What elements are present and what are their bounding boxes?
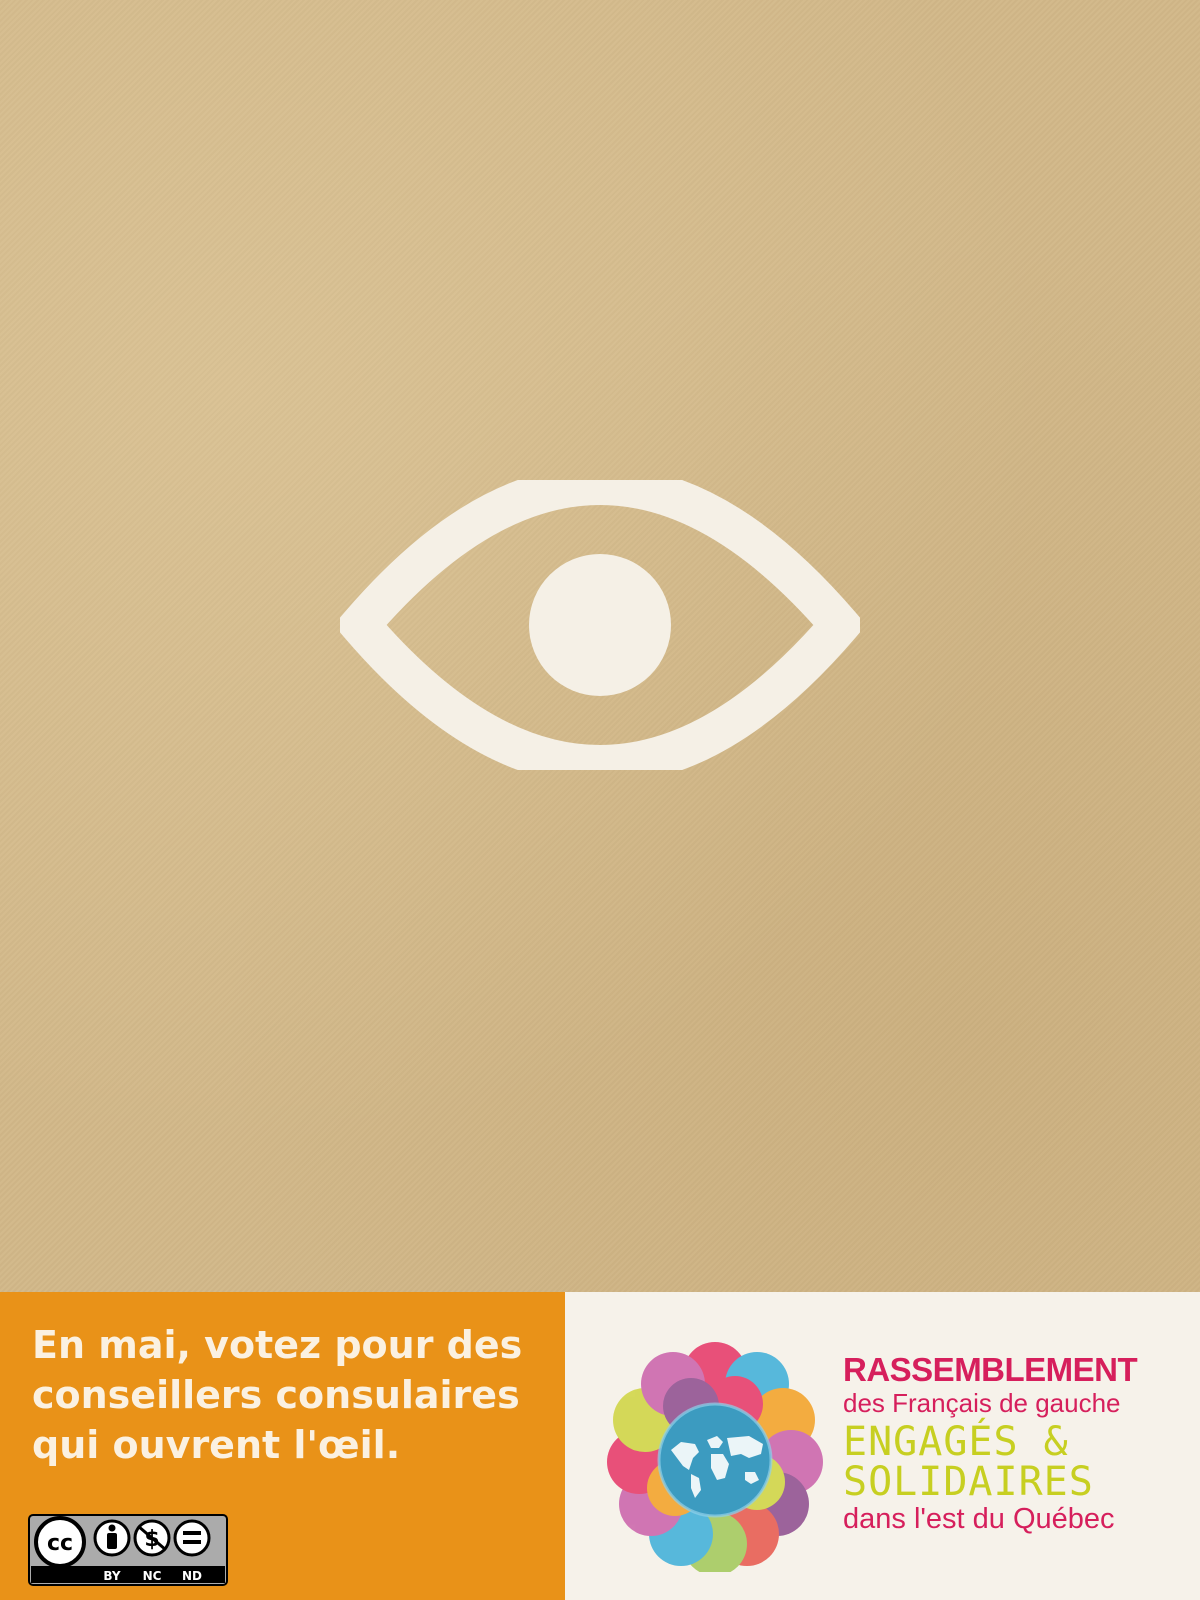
logo-panel: RASSEMBLEMENT des Français de gauche ENG… (565, 1292, 1200, 1600)
noderivatives-icon (173, 1519, 211, 1557)
slogan-line-2: conseillers consulaires (32, 1373, 520, 1417)
logo-line-solidaires: SOLIDAIRES (843, 1459, 1094, 1505)
license-label-nc: NC (143, 1569, 162, 1583)
slogan-line-3: qui ouvrent l'œil. (32, 1423, 401, 1467)
flower-globe-logo (607, 1342, 823, 1572)
poster-background (0, 0, 1200, 1292)
creative-commons-badge[interactable]: cc $ BY NC ND (28, 1514, 228, 1586)
cc-icon: cc (34, 1516, 86, 1568)
eye-icon (340, 480, 860, 770)
footer: En mai, votez pour des conseillers consu… (0, 1292, 1200, 1600)
attribution-icon (93, 1519, 131, 1557)
logo-line-rassemblement: RASSEMBLEMENT (843, 1351, 1138, 1388)
slogan: En mai, votez pour des conseillers consu… (32, 1320, 552, 1470)
noncommercial-icon: $ (133, 1519, 171, 1557)
logo-line-quebec: dans l'est du Québec (843, 1503, 1115, 1535)
slogan-panel: En mai, votez pour des conseillers consu… (0, 1292, 565, 1600)
logo-line-engages: ENGAGÉS & (843, 1419, 1069, 1465)
svg-text:cc: cc (47, 1531, 73, 1556)
logo-text: RASSEMBLEMENT des Français de gauche ENG… (843, 1352, 1183, 1536)
slogan-line-1: En mai, votez pour des (32, 1323, 523, 1367)
license-label-nd: ND (182, 1569, 202, 1583)
logo-line-francais: des Français de gauche (843, 1388, 1121, 1418)
license-label-by: BY (103, 1569, 120, 1583)
